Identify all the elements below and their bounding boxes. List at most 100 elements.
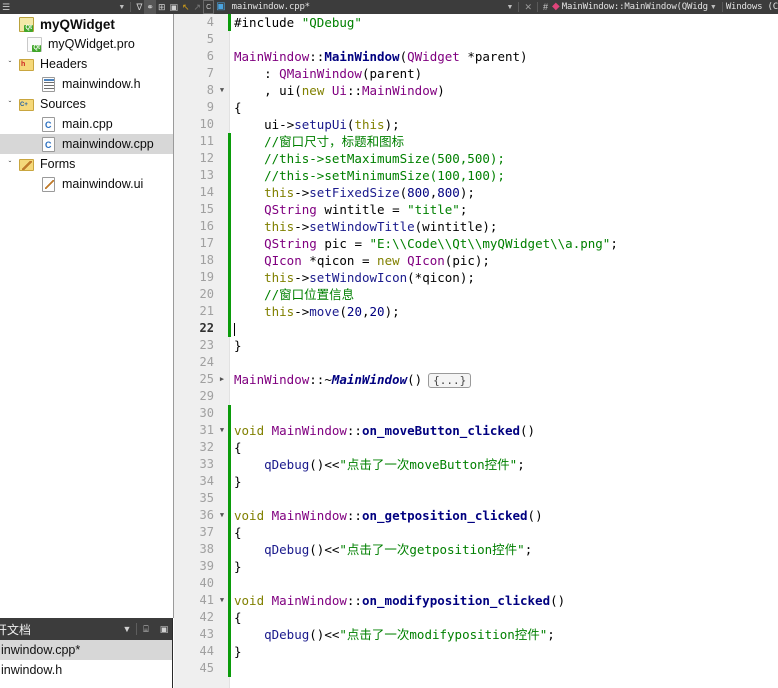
code-line[interactable]: 12 //this->setMaximumSize(500,500); [174,150,778,167]
navigate-back-icon[interactable]: ↖ [180,0,192,14]
code-line[interactable]: 21 this->move(20,20); [174,303,778,320]
open-document-item[interactable]: inwindow.cpp* [0,640,173,660]
code-line[interactable]: 33 qDebug()<<"点击了一次moveButton控件"; [174,456,778,473]
code-line[interactable]: 35 [174,490,778,507]
code-line[interactable]: 30 [174,405,778,422]
collapse-arrow-icon[interactable]: ˇ [2,60,18,69]
close-split-icon[interactable]: ▣ [167,0,180,14]
code-text[interactable]: } [234,643,242,660]
code-line[interactable]: 6 MainWindow::MainWindow(QWidget *parent) [174,48,778,65]
open-document-item[interactable]: inwindow.h [0,660,173,680]
link-icon[interactable]: ⚭ [144,0,156,14]
code-line[interactable]: 45 [174,660,778,677]
fold-collapse-icon[interactable]: ▼ [216,82,228,99]
open-documents-chevron-down-icon[interactable]: ▼ [118,620,136,638]
code-line[interactable]: 14 this->setFixedSize(800,800); [174,184,778,201]
code-line[interactable]: 32 { [174,439,778,456]
code-text[interactable]: QIcon *qicon = new QIcon(pic); [234,252,490,269]
split-pane-icon[interactable]: ⌸ [137,620,155,638]
code-text[interactable]: , ui(new Ui::MainWindow) [234,82,445,99]
code-text[interactable]: } [234,558,242,575]
tree-item-headers[interactable]: ˇ Headers [0,54,173,74]
code-text[interactable]: } [234,337,242,354]
code-text[interactable]: } [234,473,242,490]
code-text[interactable]: QString wintitle = "title"; [234,201,467,218]
code-line[interactable]: 25 ▶ MainWindow::~MainWindow() {...} [174,371,778,388]
code-line[interactable]: 10 ui->setupUi(this); [174,116,778,133]
code-line[interactable]: 42 { [174,609,778,626]
code-text[interactable]: #include "QDebug" [234,14,362,31]
code-text[interactable]: this->setWindowIcon(*qicon); [234,269,475,286]
tree-item-forms[interactable]: ˇ Forms [0,154,173,174]
code-text[interactable]: this->setWindowTitle(wintitle); [234,218,497,235]
tree-item-myqwidget[interactable]: myQWidget [0,14,173,34]
code-text[interactable]: void MainWindow::on_modifyposition_click… [234,592,565,609]
navigate-forward-icon[interactable]: ↗ [192,0,204,14]
fold-expand-icon[interactable]: ▶ [216,371,228,388]
code-line[interactable]: 7 : QMainWindow(parent) [174,65,778,82]
code-line[interactable]: 38 qDebug()<<"点击了一次getposition控件"; [174,541,778,558]
code-text[interactable]: QString pic = "E:\\Code\\Qt\\myQWidget\\… [234,235,618,252]
code-text[interactable]: MainWindow::MainWindow(QWidget *parent) [234,48,528,65]
line-ending-label[interactable]: Windows (C [726,2,778,12]
code-lines-container[interactable]: 4 #include "QDebug" 5 6 MainWindow::MainWind… [174,14,778,688]
code-line[interactable]: 20 //窗口位置信息 [174,286,778,303]
code-text[interactable]: qDebug()<<"点击了一次modifyposition控件"; [234,626,555,643]
collapse-arrow-icon[interactable]: ˇ [2,100,18,109]
close-pane-icon[interactable]: ▣ [155,620,173,638]
code-text[interactable]: //窗口尺寸，标题和图标 [234,133,404,150]
active-file-name[interactable]: mainwindow.cpp* [228,2,310,12]
code-line[interactable]: 36 ▼ void MainWindow::on_getposition_click… [174,507,778,524]
code-line[interactable]: 17 QString pic = "E:\\Code\\Qt\\myQWidge… [174,235,778,252]
code-line[interactable]: 18 QIcon *qicon = new QIcon(pic); [174,252,778,269]
current-symbol-label[interactable]: MainWindow::MainWindow(QWidg [562,2,708,12]
code-line[interactable]: 41 ▼ void MainWindow::on_modifyposition_cl… [174,592,778,609]
code-text[interactable]: //窗口位置信息 [234,286,354,303]
fold-collapse-icon[interactable]: ▼ [216,592,228,609]
code-line[interactable]: 40 [174,575,778,592]
project-tree[interactable]: myQWidget myQWidget.pro ˇ Headers mainwi… [0,14,173,618]
code-line[interactable]: 43 qDebug()<<"点击了一次modifyposition控件"; [174,626,778,643]
fold-collapse-icon[interactable]: ▼ [216,422,228,439]
code-line[interactable]: 39} [174,558,778,575]
collapse-arrow-icon[interactable]: ˇ [2,160,18,169]
code-text[interactable]: : QMainWindow(parent) [234,65,422,82]
code-line[interactable]: 15 QString wintitle = "title"; [174,201,778,218]
fold-collapse-icon[interactable]: ▼ [216,507,228,524]
code-text[interactable]: this->move(20,20); [234,303,400,320]
code-text[interactable]: MainWindow::~MainWindow() {...} [234,371,472,388]
tree-item-mainwindow-cpp[interactable]: mainwindow.cpp [0,134,173,154]
code-text[interactable]: void MainWindow::on_moveButton_clicked() [234,422,535,439]
code-text[interactable]: qDebug()<<"点击了一次moveButton控件"; [234,456,525,473]
code-line[interactable]: 4 #include "QDebug" [174,14,778,31]
tree-item-mainwindow-ui[interactable]: mainwindow.ui [0,174,173,194]
code-line[interactable]: 22 [174,320,778,337]
tree-item-myqwidget-pro[interactable]: myQWidget.pro [0,34,173,54]
code-line[interactable]: 8 ▼ , ui(new Ui::MainWindow) [174,82,778,99]
split-add-icon[interactable]: ⊞ [156,0,168,14]
chevron-down-icon[interactable]: ▼ [116,4,127,11]
code-text[interactable]: this->setFixedSize(800,800); [234,184,475,201]
code-text[interactable]: { [234,439,242,456]
code-line[interactable]: 44} [174,643,778,660]
code-text[interactable]: qDebug()<<"点击了一次getposition控件"; [234,541,532,558]
tree-item-main-cpp[interactable]: main.cpp [0,114,173,134]
code-line[interactable]: 13 //this->setMinimumSize(100,100); [174,167,778,184]
open-documents-list[interactable]: inwindow.cpp* inwindow.h [0,640,173,688]
code-line[interactable]: 34} [174,473,778,490]
symbol-dropdown-chevron-icon[interactable]: ▼ [708,4,719,11]
close-icon[interactable]: ✕ [522,0,534,14]
code-line[interactable]: 37 { [174,524,778,541]
code-text[interactable]: ui->setupUi(this); [234,116,400,133]
code-line[interactable]: 11 //窗口尺寸，标题和图标 [174,133,778,150]
code-text[interactable]: //this->setMaximumSize(500,500); [234,150,505,167]
code-text[interactable]: { [234,524,242,541]
code-line[interactable]: 24 [174,354,778,371]
code-text[interactable]: //this->setMinimumSize(100,100); [234,167,505,184]
code-line[interactable]: 5 [174,31,778,48]
code-line[interactable]: 23} [174,337,778,354]
code-text[interactable]: { [234,99,242,116]
hash-icon[interactable]: # [541,0,550,14]
code-text[interactable] [234,320,235,337]
menu-icon[interactable]: ☰ [0,0,12,14]
